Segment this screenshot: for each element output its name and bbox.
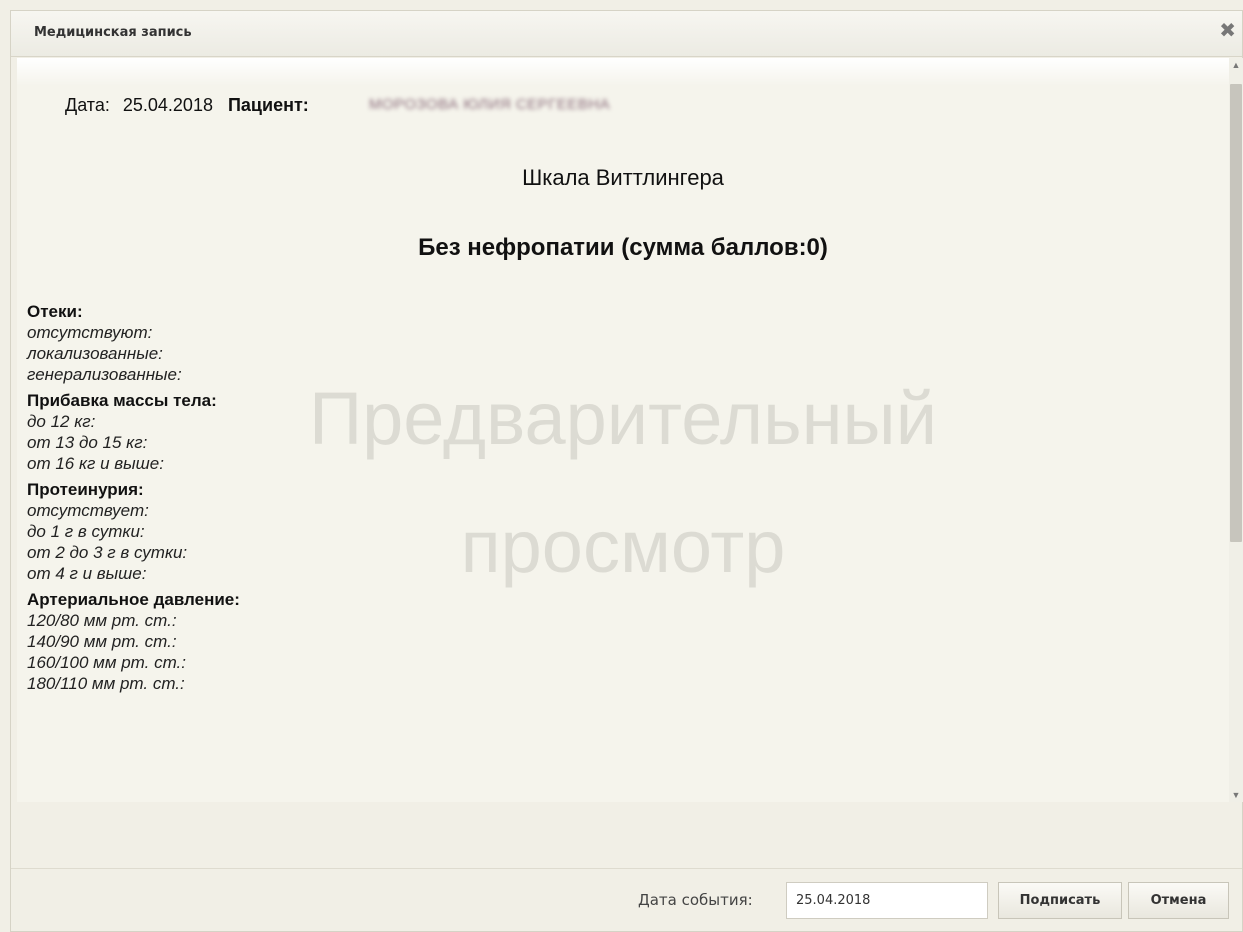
criterion-proteinuria: Протеинурия: отсутствует: до 1 г в сутки… — [27, 480, 427, 584]
criterion-item: 140/90 мм рт. ст.: — [27, 632, 177, 651]
record-header: Дата: 25.04.2018 Пациент: — [65, 95, 309, 116]
event-date-label: Дата события: — [638, 891, 753, 909]
scale-title: Шкала Виттлингера — [522, 165, 724, 190]
criterion-item: до 1 г в сутки: — [27, 522, 145, 541]
criterion-item: 120/80 мм рт. ст.: — [27, 611, 177, 630]
record-preview: Дата: 25.04.2018 Пациент: МОРОЗОВА ЮЛИЯ … — [17, 58, 1229, 802]
vertical-scrollbar[interactable]: ▲ ▼ — [1229, 58, 1243, 802]
criterion-title: Артериальное давление: — [27, 590, 240, 609]
date-label: Дата: — [65, 95, 110, 115]
result-text: Без нефропатии (сумма баллов:0) — [418, 234, 828, 261]
criterion-item: до 12 кг: — [27, 412, 96, 431]
criterion-item: 180/110 мм рт. ст.: — [27, 674, 185, 693]
criteria-list: Отеки: отсутствуют: локализованные: гене… — [27, 302, 427, 694]
criterion-title: Отеки: — [27, 302, 83, 321]
criterion-item: от 13 до 15 кг: — [27, 433, 148, 452]
criterion-weight-gain: Прибавка массы тела: до 12 кг: от 13 до … — [27, 391, 427, 474]
patient-name: МОРОЗОВА ЮЛИЯ СЕРГЕЕВНА — [369, 96, 611, 113]
criterion-item: отсутствует: — [27, 501, 149, 520]
criterion-blood-pressure: Артериальное давление: 120/80 мм рт. ст.… — [27, 590, 427, 694]
criterion-title: Протеинурия: — [27, 480, 144, 499]
scroll-up-icon[interactable]: ▲ — [1229, 58, 1243, 72]
scroll-thumb[interactable] — [1230, 84, 1242, 542]
criterion-item: локализованные: — [27, 344, 163, 363]
criterion-item: от 2 до 3 г в сутки: — [27, 543, 188, 562]
dialog-titlebar: Медицинская запись ✖ — [11, 11, 1242, 57]
criterion-item: отсутствуют: — [27, 323, 153, 342]
criterion-item: 160/100 мм рт. ст.: — [27, 653, 186, 672]
patient-label: Пациент: — [227, 95, 309, 115]
dialog-title: Медицинская запись — [34, 25, 192, 40]
dialog-footer: Дата события: Подписать Отмена — [11, 868, 1242, 931]
criterion-item: от 4 г и выше: — [27, 564, 147, 583]
cancel-button[interactable]: Отмена — [1128, 882, 1229, 919]
scroll-down-icon[interactable]: ▼ — [1229, 788, 1243, 802]
close-icon[interactable]: ✖ — [1219, 21, 1236, 41]
criterion-item: от 16 кг и выше: — [27, 454, 164, 473]
sign-button[interactable]: Подписать — [998, 882, 1122, 919]
date-value: 25.04.2018 — [122, 95, 213, 115]
criterion-title: Прибавка массы тела: — [27, 391, 217, 410]
criterion-item: генерализованные: — [27, 365, 182, 384]
event-date-input[interactable] — [786, 882, 988, 919]
criterion-edema: Отеки: отсутствуют: локализованные: гене… — [27, 302, 427, 385]
medical-record-dialog: Медицинская запись ✖ Дата: 25.04.2018 Па… — [10, 10, 1243, 932]
